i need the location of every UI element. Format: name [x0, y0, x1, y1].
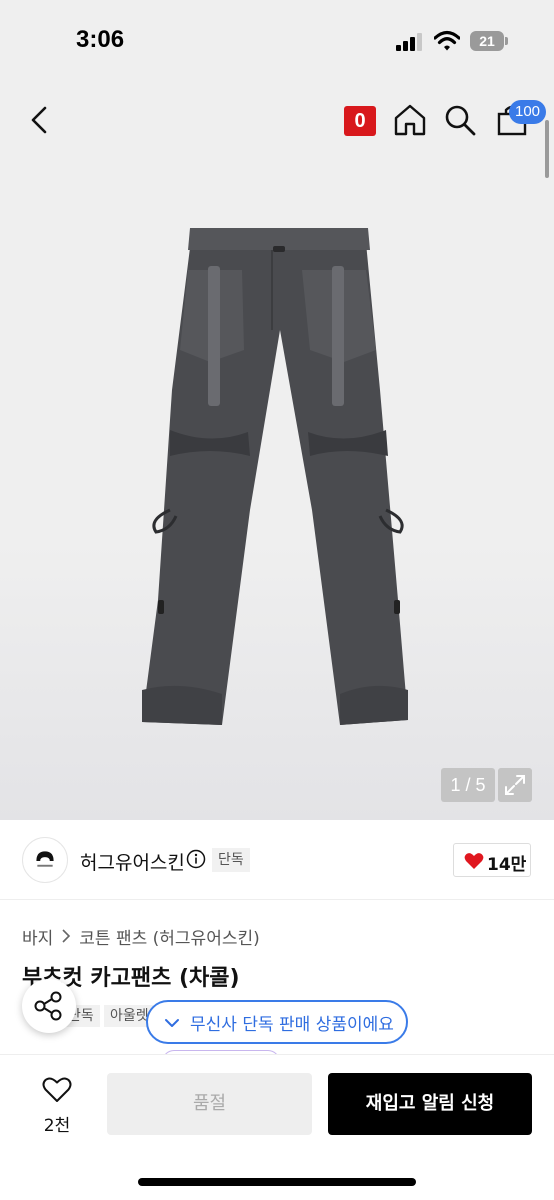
exclusive-toast[interactable]: 무신사 단독 판매 상품이에요 — [146, 1000, 408, 1044]
exclusive-badge: 단독 — [212, 848, 250, 872]
expand-icon[interactable] — [498, 768, 532, 802]
breadcrumb-subcategory[interactable]: 코튼 팬츠 (허그유어스킨) — [79, 924, 259, 949]
musinsa-zero-logo[interactable]: 0 — [344, 106, 376, 136]
brand-avatar[interactable] — [22, 837, 68, 883]
home-icon[interactable] — [392, 102, 428, 138]
back-arrow-icon[interactable] — [22, 102, 58, 138]
cargo-pants-photo — [142, 228, 408, 725]
like-button[interactable]: 14만 — [453, 843, 531, 877]
toast-text: 무신사 단독 판매 상품이에요 — [190, 1014, 394, 1035]
breadcrumb-category[interactable]: 바지 — [22, 924, 53, 949]
brand-name[interactable]: 허그유어스킨 — [80, 848, 185, 875]
product-image[interactable] — [0, 160, 554, 820]
like-count: 14만 — [487, 855, 527, 875]
heart-outline-icon — [42, 1077, 72, 1102]
image-counter: 1 / 5 — [441, 768, 495, 802]
check-icon — [165, 1019, 179, 1027]
info-icon[interactable] — [186, 849, 206, 869]
scroll-indicator[interactable] — [545, 120, 549, 178]
status-time: 3:06 — [76, 26, 125, 53]
top-nav-bar: 0 — [0, 80, 554, 160]
battery-icon: 21 — [470, 31, 508, 51]
breadcrumb: 바지 코튼 팬츠 (허그유어스킨) — [22, 924, 260, 949]
wifi-icon — [434, 30, 460, 51]
chevron-right-icon — [62, 929, 71, 943]
wishlist-count: 2천 — [43, 1116, 71, 1136]
share-button[interactable] — [22, 979, 76, 1033]
wishlist-button[interactable]: 2천 — [22, 1073, 92, 1139]
heart-icon — [464, 853, 484, 869]
brand-row: 허그유어스킨 단독 14만 — [0, 820, 554, 900]
home-indicator — [138, 1178, 416, 1186]
search-icon[interactable] — [442, 102, 478, 138]
battery-level: 21 — [479, 33, 495, 49]
soldout-button: 품절 — [107, 1073, 312, 1135]
status-bar: 3:06 21 — [0, 0, 554, 80]
cart-count-badge: 100 — [509, 100, 547, 124]
signal-icon — [396, 33, 422, 51]
share-icon — [34, 991, 62, 1021]
restock-alert-button[interactable]: 재입고 알림 신청 — [328, 1073, 532, 1135]
